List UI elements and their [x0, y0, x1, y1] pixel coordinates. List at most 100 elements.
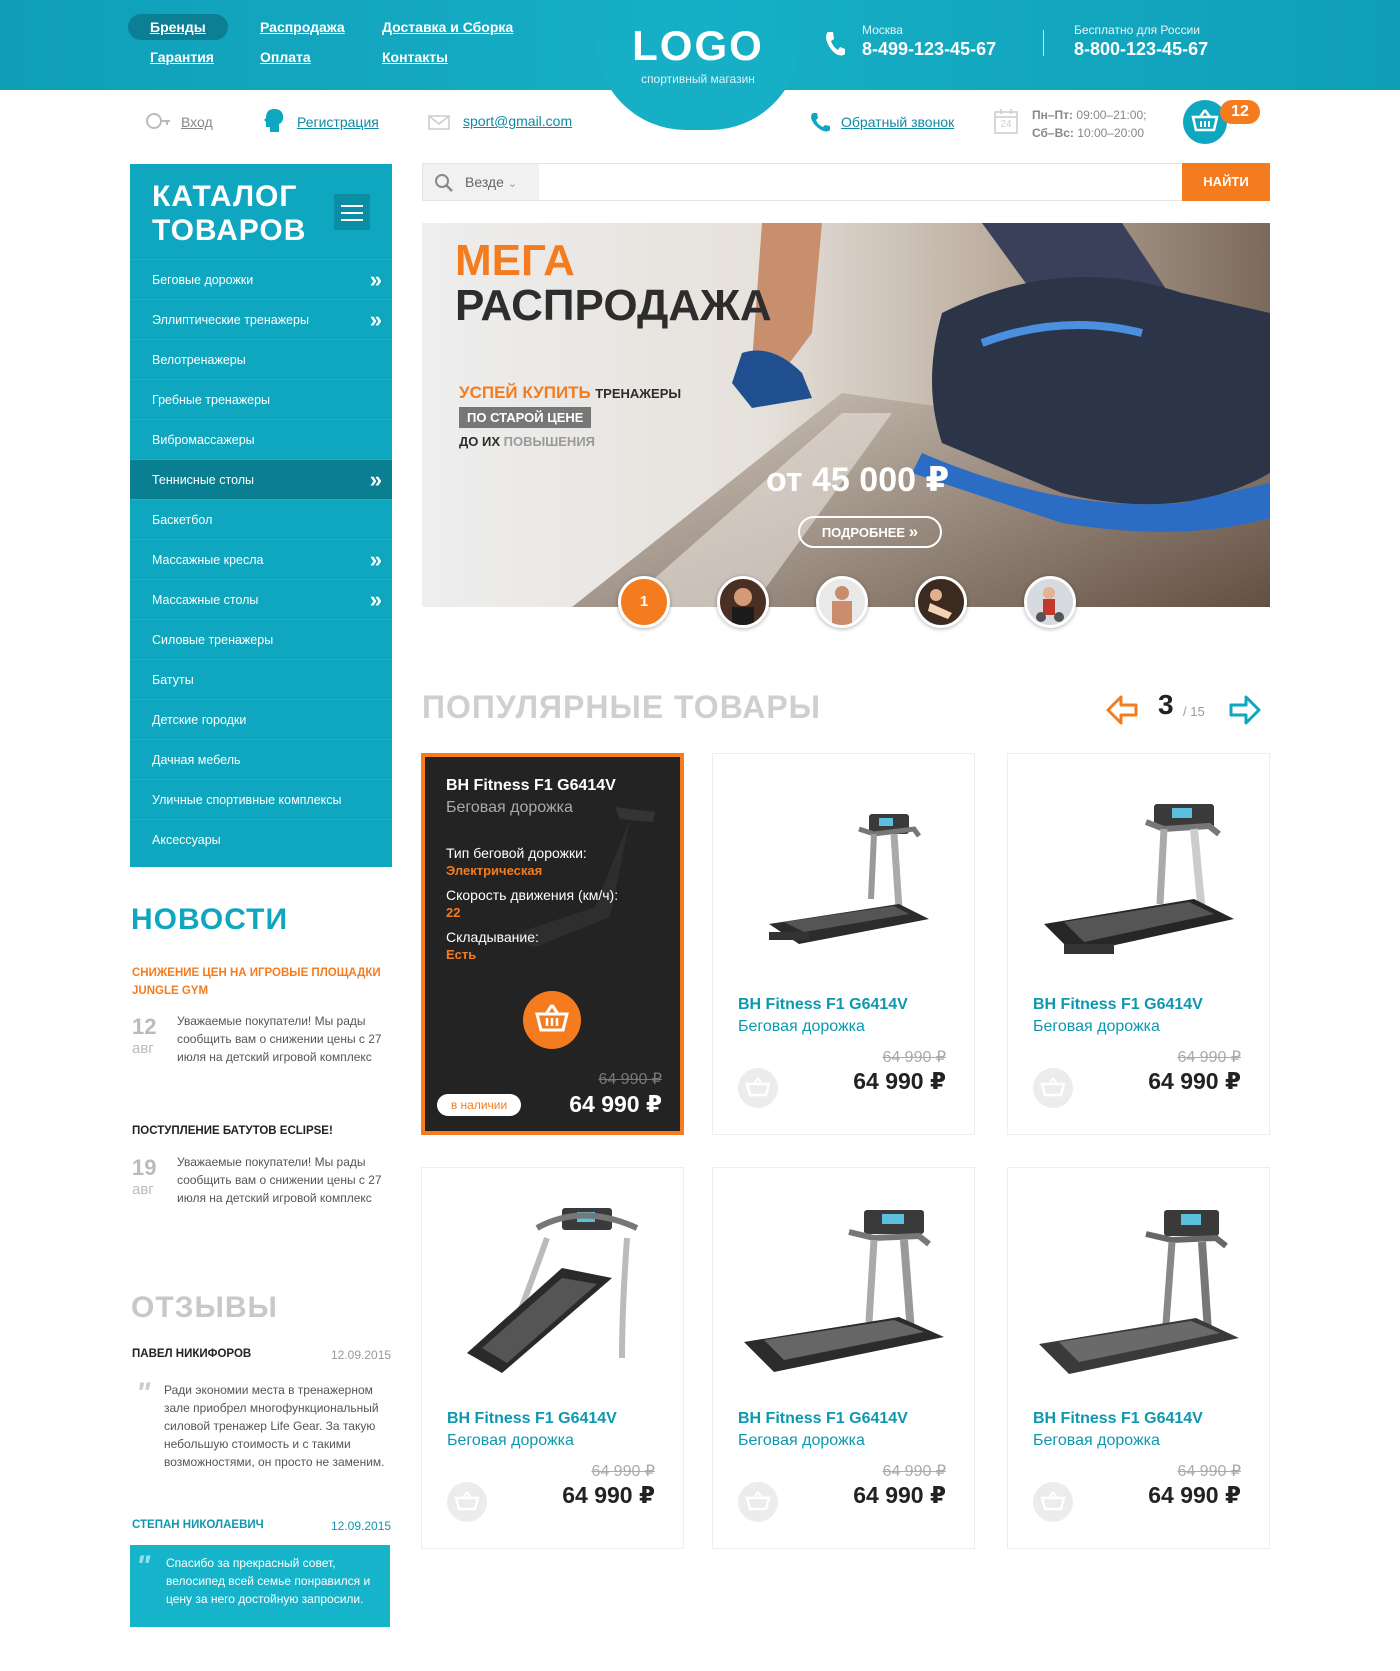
- catalog-item-label: Баскетбол: [152, 513, 213, 527]
- product-card[interactable]: BH Fitness F1 G6414V Беговая дорожка 64 …: [421, 1167, 684, 1549]
- banner-price: от 45 000 ₽: [766, 461, 950, 499]
- thumb-photo: [928, 589, 952, 619]
- slide-dot-active[interactable]: 1: [618, 576, 670, 628]
- add-to-cart-button[interactable]: [1033, 1482, 1073, 1522]
- product-name[interactable]: BH Fitness F1 G6414V: [738, 996, 908, 1014]
- double-chevron-right-icon: »: [908, 522, 919, 541]
- nav-link-brands[interactable]: Бренды: [128, 14, 228, 40]
- quote-icon: ": [136, 1377, 151, 1410]
- search-bar[interactable]: [422, 163, 1270, 201]
- product-type: Беговая дорожка: [738, 1018, 865, 1035]
- catalog-item-playgrounds[interactable]: Детские городки: [130, 699, 392, 739]
- product-old-price: 64 990 ₽: [882, 1049, 946, 1066]
- catalog-item-bikes[interactable]: Велотренажеры: [130, 339, 392, 379]
- phone-free-number[interactable]: 8-800-123-45-67: [1074, 39, 1208, 60]
- add-to-cart-button[interactable]: [738, 1482, 778, 1522]
- phone-free-label: Бесплатно для России: [1074, 23, 1200, 37]
- spec-label: Скорость движения (км/ч):: [446, 887, 619, 903]
- catalog-item-rowing[interactable]: Гребные тренажеры: [130, 379, 392, 419]
- slide-thumb[interactable]: [816, 576, 868, 628]
- product-card[interactable]: BH Fitness F1 G6414V Беговая дорожка 64 …: [712, 1167, 975, 1549]
- callback-link[interactable]: Обратный звонок: [841, 114, 954, 130]
- treadmill-image: [769, 814, 929, 944]
- catalog-item-treadmills[interactable]: Беговые дорожки »: [130, 259, 392, 299]
- banner-line1-accent: УСПЕЙ КУПИТЬ: [459, 383, 591, 402]
- product-name[interactable]: BH Fitness F1 G6414V: [447, 1410, 617, 1428]
- add-to-cart-button[interactable]: [738, 1068, 778, 1108]
- catalog-item-massage-chairs[interactable]: Массажные кресла »: [130, 539, 392, 579]
- news-item-day: 19: [132, 1155, 157, 1180]
- product-card[interactable]: BH Fitness F1 G6414V Беговая дорожка 64 …: [1007, 1167, 1270, 1549]
- phone-icon: [826, 32, 845, 56]
- product-price: 64 990 ₽: [853, 1068, 946, 1094]
- catalog-item-tennis[interactable]: Теннисные столы »: [130, 459, 392, 499]
- catalog-item-vibro[interactable]: Вибромассажеры: [130, 419, 392, 459]
- register-link[interactable]: Регистрация: [297, 114, 379, 130]
- email-link[interactable]: sport@gmail.com: [463, 113, 572, 129]
- catalog-item-label: Массажные столы: [152, 593, 259, 607]
- menu-burger-icon[interactable]: [334, 194, 370, 230]
- nav-link-contacts[interactable]: Контакты: [382, 49, 448, 65]
- news-item-month: авг: [132, 1040, 154, 1057]
- pager-total: / 15: [1183, 704, 1205, 719]
- logo[interactable]: LOGO: [596, 22, 800, 70]
- double-chevron-right-icon: »: [369, 587, 382, 612]
- news-item-month: авг: [132, 1181, 154, 1198]
- add-to-cart-button[interactable]: [1033, 1068, 1073, 1108]
- catalog-item-trampolines[interactable]: Батуты: [130, 659, 392, 699]
- double-chevron-right-icon: »: [369, 547, 382, 572]
- calendar-day: 24: [1000, 119, 1012, 130]
- slide-thumb[interactable]: [915, 576, 967, 628]
- review-text: Ради экономии места в тренажерном зале п…: [164, 1383, 385, 1469]
- logo-subtitle: спортивный магазин: [641, 72, 755, 86]
- catalog-title-line2: ТОВАРОВ: [152, 214, 307, 247]
- banner-more-button[interactable]: ПОДРОБНЕЕ »: [798, 516, 942, 548]
- treadmill-image: [1044, 804, 1234, 954]
- catalog-item-accessories[interactable]: Аксессуары: [130, 819, 392, 859]
- phone-moscow-number[interactable]: 8-499-123-45-67: [862, 39, 996, 60]
- catalog-item-strength[interactable]: Силовые тренажеры: [130, 619, 392, 659]
- product-card[interactable]: BH Fitness F1 G6414V Беговая дорожка 64 …: [1007, 753, 1270, 1135]
- news-item-title[interactable]: СНИЖЕНИЕ ЦЕН НА ИГРОВЫЕ ПЛОЩАДКИ JUNGLE …: [132, 964, 402, 1000]
- treadmill-image: [1039, 1210, 1239, 1374]
- treadmill-image: [744, 1210, 944, 1372]
- search-button[interactable]: НАЙТИ: [1182, 163, 1270, 201]
- arrow-right-icon[interactable]: [1228, 694, 1262, 726]
- mail-icon: [428, 115, 450, 130]
- catalog-item-basketball[interactable]: Баскетбол: [130, 499, 392, 539]
- arrow-left-icon[interactable]: [1105, 694, 1139, 726]
- product-card[interactable]: BH Fitness F1 G6414V Беговая дорожка 64 …: [712, 753, 975, 1135]
- promo-banner[interactable]: МЕГА РАСПРОДАЖА УСПЕЙ КУПИТЬ ТРЕНАЖЕРЫ П…: [422, 223, 1270, 607]
- nav-link-warranty[interactable]: Гарантия: [150, 49, 214, 65]
- product-old-price: 64 990 ₽: [1177, 1463, 1241, 1480]
- news-item-title[interactable]: ПОСТУПЛЕНИЕ БАТУТОВ ECLIPSE!: [132, 1122, 402, 1140]
- review-author: ПАВЕЛ НИКИФОРОВ: [132, 1348, 252, 1360]
- catalog-item-outdoor-complexes[interactable]: Уличные спортивные комплексы: [130, 779, 392, 819]
- review-author: СТЕПАН НИКОЛАЕВИЧ: [132, 1519, 264, 1531]
- product-name[interactable]: BH Fitness F1 G6414V: [1033, 1410, 1203, 1428]
- add-to-cart-button[interactable]: [447, 1482, 487, 1522]
- featured-price: 64 990 ₽: [569, 1091, 662, 1117]
- double-chevron-right-icon: »: [369, 467, 382, 492]
- catalog-item-label: Теннисные столы: [152, 473, 255, 487]
- banner-line1: УСПЕЙ КУПИТЬ ТРЕНАЖЕРЫ: [459, 383, 681, 403]
- nav-link-payment[interactable]: Оплата: [260, 49, 311, 65]
- nav-link-delivery[interactable]: Доставка и Сборка: [382, 19, 513, 35]
- product-name[interactable]: BH Fitness F1 G6414V: [738, 1410, 908, 1428]
- cart-icon: [745, 1077, 771, 1097]
- featured-product-card[interactable]: BH Fitness F1 G6414V Беговая дорожка Тип…: [421, 753, 684, 1135]
- product-name[interactable]: BH Fitness F1 G6414V: [1033, 996, 1203, 1014]
- slide-thumb[interactable]: [1024, 576, 1076, 628]
- catalog-item-garden-furniture[interactable]: Дачная мебель: [130, 739, 392, 779]
- treadmill-image: [467, 1208, 639, 1373]
- product-price: 64 990 ₽: [1148, 1482, 1241, 1508]
- reviews-heading: ОТЗЫВЫ: [131, 1291, 278, 1324]
- login-link[interactable]: Вход: [181, 114, 213, 130]
- hours-weekend: Сб–Вс: 10:00–20:00: [1032, 126, 1144, 140]
- catalog-item-massage-tables[interactable]: Массажные столы »: [130, 579, 392, 619]
- slide-thumb[interactable]: [717, 576, 769, 628]
- banner-title: РАСПРОДАЖА: [455, 281, 772, 330]
- add-to-cart-button[interactable]: [523, 991, 581, 1049]
- nav-link-sale[interactable]: Распродажа: [260, 19, 345, 35]
- catalog-item-elliptical[interactable]: Эллиптические тренажеры »: [130, 299, 392, 339]
